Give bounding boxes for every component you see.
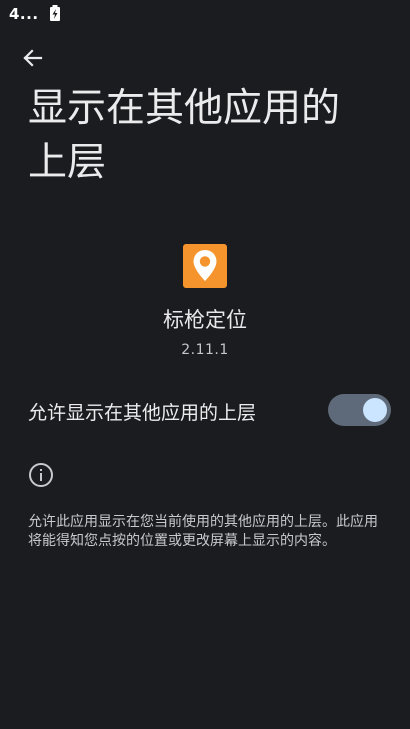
status-bar: 4... bbox=[0, 0, 410, 28]
app-name: 标枪定位 bbox=[163, 308, 247, 332]
arrow-back-icon bbox=[21, 47, 43, 73]
app-header: 标枪定位 2.11.1 bbox=[0, 244, 410, 358]
info-icon bbox=[28, 462, 54, 488]
screen: 4... 显示在其他应用的上层 标枪定位 2.11.1 允许显示在其他应用的上层… bbox=[0, 0, 410, 729]
permission-toggle-row[interactable]: 允许显示在其他应用的上层 bbox=[0, 386, 410, 434]
info-description: 允许此应用显示在您当前使用的其他应用的上层。此应用将能得知您点按的位置或更改屏幕… bbox=[28, 514, 378, 549]
switch-thumb bbox=[363, 398, 387, 422]
app-icon bbox=[183, 244, 227, 288]
location-pin-icon bbox=[193, 250, 217, 281]
permission-label: 允许显示在其他应用的上层 bbox=[28, 402, 257, 424]
app-version: 2.11.1 bbox=[181, 342, 229, 358]
status-time: 4... bbox=[9, 5, 39, 23]
battery-charging-icon bbox=[49, 5, 61, 21]
back-button[interactable] bbox=[14, 44, 50, 76]
permission-switch[interactable] bbox=[328, 394, 391, 426]
page-title: 显示在其他应用的上层 bbox=[28, 86, 341, 185]
